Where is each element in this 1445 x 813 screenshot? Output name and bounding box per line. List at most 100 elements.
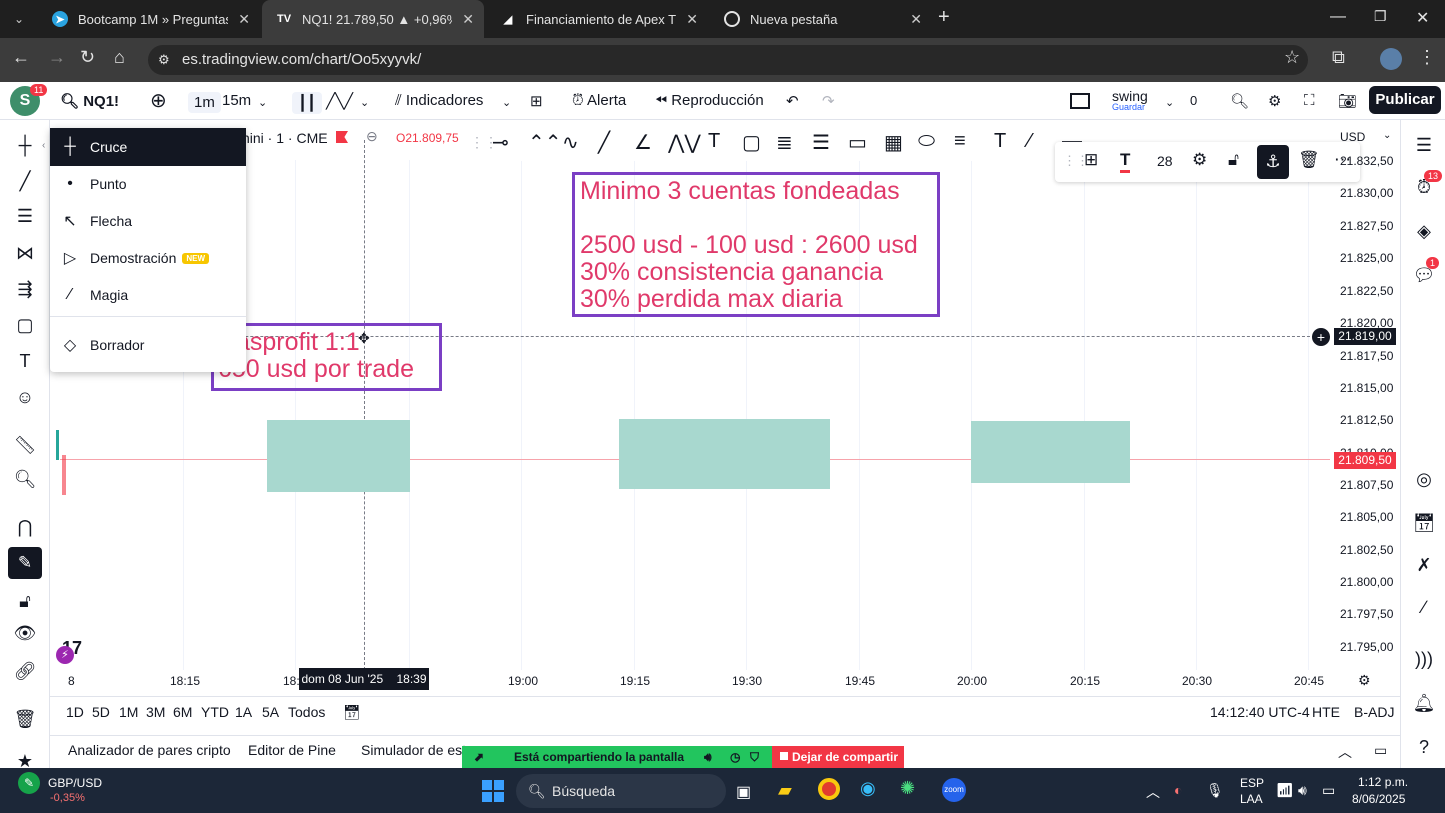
- tab-new[interactable]: Nueva pestaña ✕: [710, 0, 932, 38]
- range-5d[interactable]: 5D: [92, 704, 110, 720]
- lines-icon[interactable]: ≡: [954, 130, 966, 153]
- menu-item-magia[interactable]: ⁄ Magia: [50, 276, 246, 314]
- text-anchored-icon[interactable]: T: [994, 130, 1006, 153]
- shield-icon[interactable]: ⛉: [750, 746, 759, 768]
- maximize-panel-icon[interactable]: ▭: [1374, 742, 1387, 759]
- trash-icon[interactable]: 🗑︎: [12, 706, 38, 732]
- curve-icon[interactable]: ∿: [562, 130, 579, 155]
- site-info-icon[interactable]: ⚙: [158, 45, 170, 75]
- eye-icon[interactable]: 👁︎: [12, 620, 38, 646]
- rectangle-drawing[interactable]: [971, 421, 1130, 483]
- indicators-chevron-icon[interactable]: ⌄: [502, 96, 511, 109]
- close-window-button[interactable]: ✕: [1416, 8, 1429, 28]
- annotation-box-requirements[interactable]: Minimo 3 cuentas fondeadas 2500 usd - 10…: [572, 172, 940, 317]
- rectangle-drawing[interactable]: [267, 420, 410, 492]
- tab-strategy-tester[interactable]: Simulador de est: [361, 742, 466, 758]
- menu-item-cruce[interactable]: ┼ Cruce: [50, 128, 246, 166]
- tray-chevron-icon[interactable]: ︿: [1146, 782, 1160, 802]
- interval-1m[interactable]: 1m: [188, 92, 221, 113]
- wifi-icon[interactable]: 📶︎: [1276, 782, 1294, 799]
- ticker-widget-icon[interactable]: ✎: [18, 772, 40, 794]
- close-tab-icon[interactable]: ✕: [686, 11, 698, 28]
- delete-trash-icon[interactable]: 🗑︎: [1298, 150, 1320, 170]
- watchlist-icon[interactable]: ☰: [1411, 132, 1437, 158]
- target-icon[interactable]: ◎: [1411, 466, 1437, 492]
- publish-button[interactable]: Publicar: [1369, 86, 1441, 114]
- range-3m[interactable]: 3M: [146, 704, 165, 720]
- chart-type-chevron-icon[interactable]: ⌄: [360, 96, 369, 109]
- quick-search-icon[interactable]: 🔍︎: [1230, 92, 1249, 110]
- text-icon[interactable]: T: [708, 130, 720, 153]
- rectangle-drawing[interactable]: [619, 419, 830, 489]
- tab-bootcamp[interactable]: ➤ Bootcamp 1M » Preguntas avan ✕: [38, 0, 260, 38]
- tab-search-icon[interactable]: ⌄: [8, 8, 30, 30]
- camera-icon[interactable]: 📷︎: [1338, 92, 1357, 110]
- pine-icon[interactable]: ∕: [1411, 594, 1437, 620]
- expand-chevron-icon[interactable]: ‹: [42, 140, 45, 151]
- windows-start-icon[interactable]: [482, 780, 504, 802]
- collapse-legend-icon[interactable]: ⊖: [366, 128, 378, 145]
- pattern-icon[interactable]: ⋀⋁: [668, 130, 701, 155]
- add-alert-plus-icon[interactable]: +: [1312, 328, 1330, 346]
- session-label[interactable]: HTE: [1312, 704, 1340, 720]
- layers-icon[interactable]: ◈: [1411, 218, 1437, 244]
- menu-item-demostracion[interactable]: ▷ Demostración NEW: [50, 239, 246, 277]
- chart-legend-title[interactable]: nini · 1 · CME: [242, 130, 328, 146]
- template-icon[interactable]: ⊞: [1084, 150, 1098, 170]
- tab-pair-analyzer[interactable]: Analizador de pares cripto: [68, 742, 231, 758]
- url-field[interactable]: ⚙ es.tradingview.com/chart/Oo5xyyvk/: [148, 45, 1308, 75]
- text-tool-icon[interactable]: T: [12, 348, 38, 374]
- grid-icon[interactable]: ▦: [884, 130, 903, 155]
- settings-gear-icon[interactable]: ⚙: [1268, 92, 1281, 110]
- task-view-icon[interactable]: ▣: [736, 782, 751, 802]
- keyboard-lang[interactable]: ESP: [1240, 776, 1264, 790]
- volume-icon[interactable]: 🔊︎: [704, 746, 712, 768]
- range-1m[interactable]: 1M: [119, 704, 138, 720]
- range-5a[interactable]: 5A: [262, 704, 279, 720]
- trend-line-icon[interactable]: ╱: [598, 130, 610, 155]
- range-6m[interactable]: 6M: [173, 704, 192, 720]
- interval-chevron-icon[interactable]: ⌄: [258, 96, 267, 109]
- text-color-icon[interactable]: T: [1120, 150, 1131, 173]
- alert-button[interactable]: ⏰︎ Alerta: [572, 92, 626, 109]
- new-tab-button[interactable]: +: [938, 6, 950, 29]
- notifications-bell-icon[interactable]: 🔔︎: [1411, 690, 1437, 716]
- streams-icon[interactable]: ))): [1411, 646, 1437, 672]
- magnet-icon[interactable]: ⋂: [12, 514, 38, 540]
- close-tab-icon[interactable]: ✕: [910, 11, 922, 28]
- chrome-taskbar-icon[interactable]: [818, 778, 840, 800]
- stop-sharing-button[interactable]: Dejar de compartir: [772, 746, 904, 768]
- settings-icon[interactable]: ⚙: [1192, 150, 1207, 170]
- lightning-icon[interactable]: ⚡︎: [56, 646, 74, 664]
- taskbar-search[interactable]: 🔍︎ Búsqueda: [516, 774, 726, 808]
- brush-icon[interactable]: ⁄: [1028, 130, 1031, 153]
- layout-chevron-icon[interactable]: ⌄: [1165, 96, 1174, 109]
- parallel-channel-icon[interactable]: ≣: [776, 130, 793, 155]
- zoom-icon[interactable]: 🔍︎: [12, 466, 38, 492]
- interval-15m[interactable]: 15m: [222, 92, 251, 109]
- taskbar-time[interactable]: 1:12 p.m.: [1358, 775, 1408, 789]
- range-1d[interactable]: 1D: [66, 704, 84, 720]
- close-tab-icon[interactable]: ✕: [462, 11, 474, 28]
- tab-pine-editor[interactable]: Editor de Pine: [248, 742, 336, 758]
- collapse-panel-icon[interactable]: ︿: [1338, 742, 1352, 762]
- undo-icon[interactable]: ↶: [786, 92, 799, 110]
- link-icon[interactable]: 🔗︎: [12, 658, 38, 684]
- fib-icon[interactable]: ☰: [12, 203, 38, 229]
- symbol-search[interactable]: 🔍︎ NQ1!: [60, 92, 119, 110]
- chart-type-icon[interactable]: ╱╲╱: [326, 92, 353, 110]
- ruler-icon[interactable]: 📏︎: [12, 432, 38, 458]
- regression-icon[interactable]: ☰: [812, 130, 830, 155]
- keyboard-layout[interactable]: LAA: [1240, 792, 1263, 806]
- back-icon[interactable]: ←: [12, 47, 30, 68]
- lock-drawings-icon[interactable]: 🔓︎: [12, 588, 38, 614]
- replay-button[interactable]: ⏪︎ Reproducción: [655, 92, 764, 109]
- menu-item-punto[interactable]: • Punto: [50, 165, 246, 203]
- range-ytd[interactable]: YTD: [201, 704, 229, 720]
- restore-button[interactable]: ❐: [1374, 8, 1387, 25]
- axis-settings-icon[interactable]: ⚙: [1358, 672, 1371, 689]
- fullscreen-icon[interactable]: ⛶: [1304, 92, 1315, 109]
- taskbar-date[interactable]: 8/06/2025: [1352, 792, 1405, 806]
- pattern-icon[interactable]: ⋈: [12, 240, 38, 266]
- trend-line-icon[interactable]: ╱: [12, 168, 38, 194]
